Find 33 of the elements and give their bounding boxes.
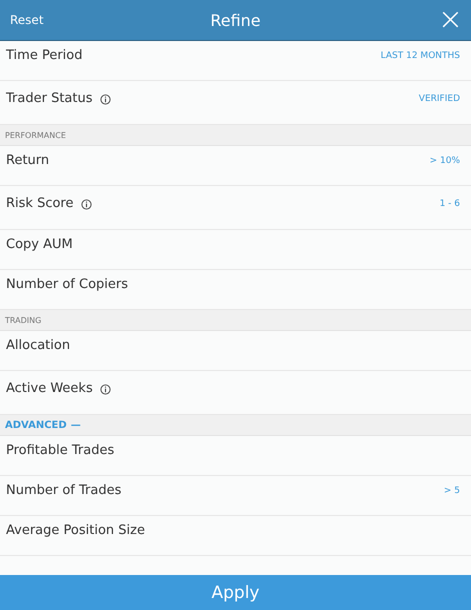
close-button[interactable]: × (438, 5, 463, 35)
info-icon[interactable] (80, 199, 92, 210)
filter-value: > 5 (444, 485, 460, 496)
filter-label: Profitable Trades (6, 443, 114, 458)
filter-label: Active Weeks (6, 381, 93, 396)
filter-value: > 10% (430, 155, 460, 166)
filter-row[interactable]: Copy AUM (0, 230, 471, 270)
filter-label: Allocation (6, 338, 70, 353)
filter-label: Time Period (6, 48, 82, 63)
filter-label: Trader Status (6, 91, 92, 106)
window-title: Refine (210, 10, 261, 30)
filter-label: Number of Trades (6, 483, 122, 498)
filter-label: Return (6, 153, 50, 168)
filter-label: Average Position Size (6, 523, 145, 538)
section-title: ADVANCED (5, 420, 67, 430)
filter-row[interactable]: Allocation (0, 331, 471, 371)
filter-label: Copy AUM (6, 237, 73, 252)
filter-row[interactable]: Time Period LAST 12 MONTHS (0, 41, 471, 81)
info-icon[interactable] (100, 384, 111, 395)
filter-row[interactable]: Risk Score 1 - 6 (0, 186, 471, 230)
section-title: PERFORMANCE (5, 130, 66, 140)
section-title: TRADING (5, 316, 42, 324)
filter-row[interactable]: Profitable Trades (0, 436, 471, 476)
info-icon[interactable] (100, 94, 110, 105)
filter-row[interactable]: Return > 10% (0, 146, 471, 186)
reset-button[interactable]: Reset (10, 13, 44, 27)
filter-value: VERIFIED (418, 93, 460, 104)
filter-row[interactable]: Number of Trades > 5 (0, 476, 471, 516)
filter-label: Risk Score (6, 196, 74, 211)
filter-label: Number of Copiers (6, 277, 128, 292)
filter-row[interactable]: Average Position Size (0, 516, 471, 556)
filter-value: 1 - 6 (440, 198, 460, 209)
filter-value: LAST 12 MONTHS (380, 50, 460, 61)
